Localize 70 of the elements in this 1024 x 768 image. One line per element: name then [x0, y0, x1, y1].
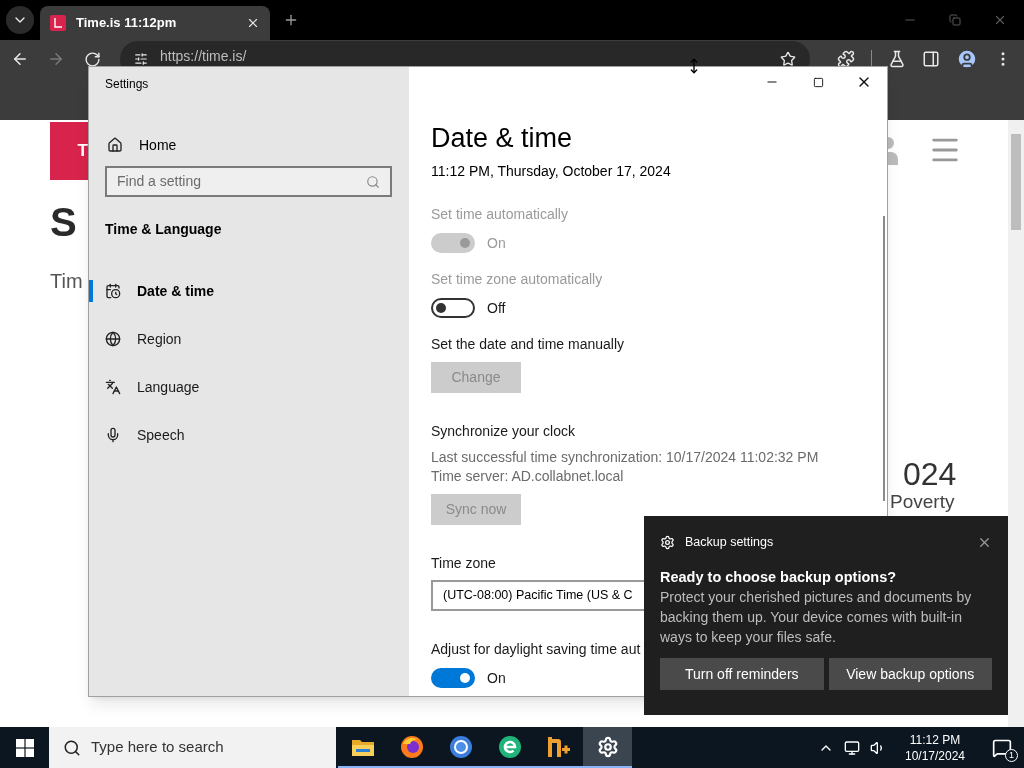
network-icon[interactable]: [844, 739, 860, 756]
section-title: Time & Language: [105, 220, 223, 239]
microphone-icon: [105, 427, 121, 443]
browser-icon: [399, 734, 424, 759]
profile-icon[interactable]: [956, 48, 978, 70]
toggle-state: On: [487, 668, 506, 688]
browser-icon: [448, 734, 473, 759]
page-subheading: Tim: [50, 269, 84, 294]
nav-item[interactable]: Region: [105, 328, 182, 350]
setting-search-input[interactable]: Find a setting: [117, 171, 366, 192]
tab-list-button[interactable]: [6, 6, 34, 34]
settings-icon: [596, 735, 619, 758]
banner-letter: T: [77, 140, 88, 163]
taskbar-search-field[interactable]: Type here to search: [49, 727, 336, 768]
home-nav-item[interactable]: Home: [105, 133, 409, 157]
home-icon: [107, 137, 123, 153]
start-icon[interactable]: [15, 738, 34, 757]
find-setting-field[interactable]: Find a setting: [105, 166, 392, 197]
taskbar-app[interactable]: [583, 727, 632, 768]
setting-label: Set the date and time manually: [431, 335, 625, 354]
search-icon: [63, 738, 81, 757]
page-year: 024: [902, 456, 957, 492]
nav-item[interactable]: Speech: [105, 424, 185, 446]
language-icon: [105, 379, 121, 395]
browser-tab[interactable]: Time.is 11:12pm: [40, 6, 270, 40]
tab-title: Time.is 11:12pm: [76, 14, 178, 33]
window-title: Settings: [105, 76, 150, 91]
page-heading: S: [50, 200, 77, 244]
globe-icon: [105, 331, 121, 347]
maximize-icon[interactable]: [812, 76, 824, 88]
section-heading: Adjust for daylight saving time aut: [431, 640, 641, 659]
extensions-icon[interactable]: [837, 50, 855, 68]
site-settings-icon[interactable]: [134, 52, 148, 66]
new-tab-icon[interactable]: [283, 12, 299, 28]
toggle-state: Off: [487, 298, 506, 318]
notifications-icon[interactable]: [992, 737, 1012, 758]
search-input[interactable]: Type here to search: [91, 736, 336, 759]
toast-button[interactable]: View backup options: [828, 658, 992, 690]
reload-icon[interactable]: [83, 50, 101, 68]
nav-item[interactable]: Date & time: [105, 280, 215, 302]
address-text: https://time.is/: [160, 46, 247, 66]
setting-label: Set time zone automatically: [431, 270, 604, 289]
search-icon: [366, 174, 380, 189]
toast-button[interactable]: Turn off reminders: [660, 658, 824, 690]
toggle-switch[interactable]: [431, 298, 475, 318]
settings-icon: [660, 534, 675, 550]
nav-item[interactable]: Language: [105, 376, 200, 398]
clock-date[interactable]: 10/17/2024: [904, 747, 966, 764]
toggle-switch[interactable]: [431, 668, 475, 688]
scrollbar[interactable]: [1008, 120, 1024, 727]
side-panel-icon[interactable]: [922, 50, 940, 68]
section-heading: Time zone: [431, 554, 496, 573]
bookmark-star-icon[interactable]: [780, 51, 796, 67]
browser-icon: [497, 734, 522, 759]
sync-detail: Time server: AD.collabnet.local: [431, 467, 624, 486]
toast-app-name: Backup settings: [685, 533, 775, 551]
notification-count: 1: [1005, 749, 1018, 762]
close-icon[interactable]: [246, 16, 260, 30]
clock-time[interactable]: 11:12 PM: [909, 731, 961, 748]
calendar-clock-icon: [105, 283, 121, 299]
section-heading: Synchronize your clock: [431, 422, 575, 441]
setting-label: Set time automatically: [431, 205, 569, 224]
current-date-time: 11:12 PM, Thursday, October 17, 2024: [431, 163, 672, 179]
sync-detail: Last successful time synchronization: 10/17/2024 11:02:32 PM: [431, 448, 819, 467]
editor-icon: [545, 734, 572, 759]
toggle-state: On: [487, 233, 506, 253]
page-title: Date & time: [431, 122, 574, 155]
favicon-icon: [50, 15, 66, 31]
page-caption: Poverty: [889, 492, 955, 512]
flask-icon[interactable]: [888, 50, 906, 68]
